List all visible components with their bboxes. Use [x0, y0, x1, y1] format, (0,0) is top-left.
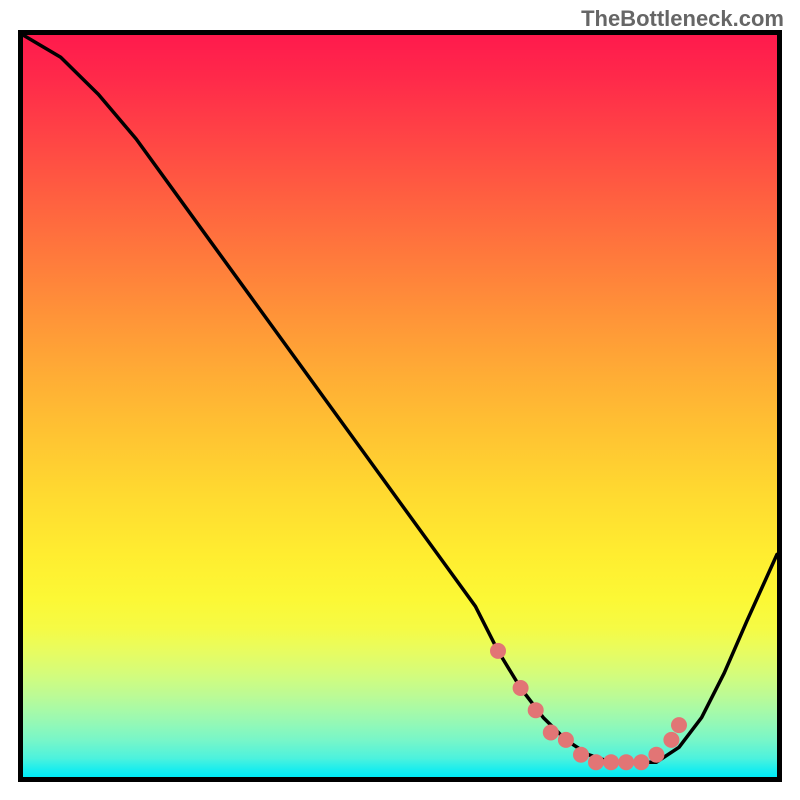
optimal-markers — [490, 643, 687, 770]
bottleneck-chart: TheBottleneck.com — [0, 0, 800, 800]
plot-area — [18, 30, 782, 782]
bottleneck-curve — [23, 35, 777, 762]
watermark: TheBottleneck.com — [581, 6, 784, 32]
curve-layer — [23, 35, 777, 777]
